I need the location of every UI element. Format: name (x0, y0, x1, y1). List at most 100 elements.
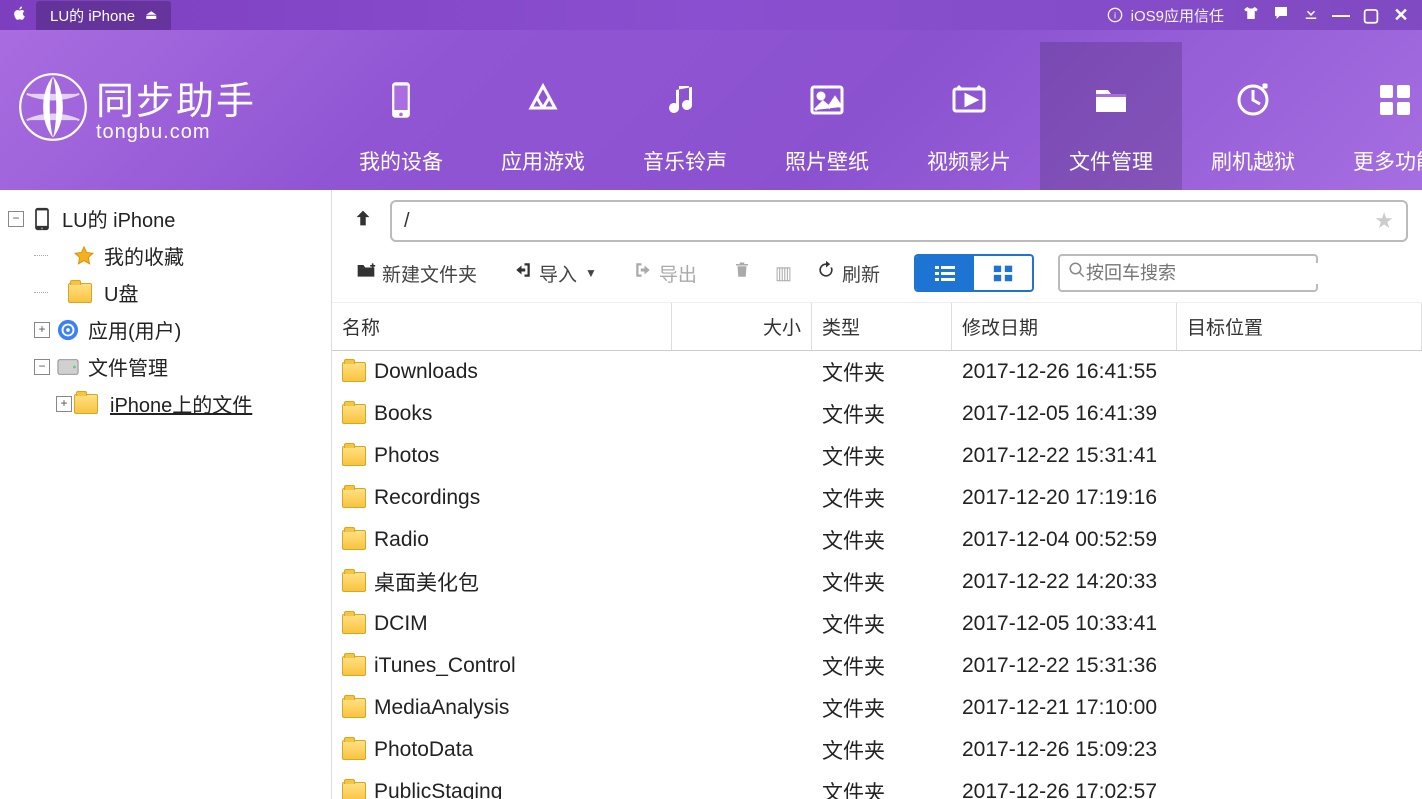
eject-icon[interactable]: ⏏ (145, 7, 157, 23)
nav-item-6[interactable]: 刷机越狱 (1182, 42, 1324, 190)
table-row[interactable]: Radio文件夹2017-12-04 00:52:59 (332, 519, 1422, 561)
nav-icon (330, 72, 472, 128)
col-type[interactable]: 类型 (812, 303, 952, 350)
file-target (1177, 663, 1422, 669)
nav-icon (898, 72, 1040, 128)
nav-icon (614, 72, 756, 128)
folder-icon (78, 392, 102, 416)
file-date: 2017-12-22 15:31:41 (952, 441, 1177, 471)
col-date[interactable]: 修改日期 (952, 303, 1177, 350)
nav-item-3[interactable]: 照片壁纸 (756, 42, 898, 190)
sidebar-item-apps[interactable]: + 应用(用户) (6, 311, 325, 348)
feedback-icon[interactable] (1266, 4, 1296, 27)
table-row[interactable]: Books文件夹2017-12-05 16:41:39 (332, 393, 1422, 435)
maximize-button[interactable]: ▢ (1356, 5, 1386, 26)
nav-item-7[interactable]: 更多功能NE (1324, 42, 1422, 190)
file-table: 名称 大小 类型 修改日期 目标位置 Downloads文件夹2017-12-2… (332, 303, 1422, 799)
file-name: Downloads (374, 360, 478, 384)
file-date: 2017-12-26 17:02:57 (952, 777, 1177, 799)
shred-icon: ▥ (775, 263, 792, 284)
nav-item-5[interactable]: 文件管理 (1040, 42, 1182, 190)
file-name: Recordings (374, 486, 480, 510)
sidebar-item-files[interactable]: − 文件管理 (6, 348, 325, 385)
ios9-trust-link[interactable]: i iOS9应用信任 (1107, 5, 1224, 26)
tshirt-icon[interactable] (1236, 4, 1266, 27)
file-size (672, 495, 812, 501)
import-button[interactable]: 导入 ▼ (503, 256, 607, 291)
up-button[interactable] (346, 203, 380, 239)
file-name: PublicStaging (374, 780, 502, 799)
path-bar: / ★ (332, 190, 1422, 248)
export-icon (633, 261, 653, 285)
file-target (1177, 495, 1422, 501)
toolbar: 新建文件夹 导入 ▼ 导出 (332, 248, 1422, 303)
file-date: 2017-12-26 16:41:55 (952, 357, 1177, 387)
col-target[interactable]: 目标位置 (1177, 303, 1422, 350)
col-size[interactable]: 大小 (672, 303, 812, 350)
folder-icon (342, 698, 366, 718)
file-name: PhotoData (374, 738, 473, 762)
file-name: Photos (374, 444, 439, 468)
nav-item-2[interactable]: 音乐铃声 (614, 42, 756, 190)
file-type: 文件夹 (812, 480, 952, 516)
sidebar-item-favorites[interactable]: 我的收藏 (6, 237, 325, 274)
table-row[interactable]: MediaAnalysis文件夹2017-12-21 17:10:00 (332, 687, 1422, 729)
table-row[interactable]: PublicStaging文件夹2017-12-26 17:02:57 (332, 771, 1422, 799)
sidebar-item-label: 我的收藏 (104, 241, 184, 270)
nav-icon (1324, 72, 1422, 128)
table-row[interactable]: iTunes_Control文件夹2017-12-22 15:31:36 (332, 645, 1422, 687)
delete-button[interactable] (723, 256, 761, 290)
search-input[interactable] (1086, 263, 1318, 284)
collapse-icon[interactable]: − (8, 211, 24, 227)
grid-view-button[interactable] (974, 256, 1032, 290)
nav-item-4[interactable]: 视频影片 (898, 42, 1040, 190)
sidebar-item-label: 文件管理 (88, 352, 168, 381)
star-icon (72, 244, 96, 268)
col-name[interactable]: 名称 (332, 303, 672, 350)
expand-icon[interactable]: + (56, 396, 72, 412)
favorite-star-icon[interactable]: ★ (1374, 208, 1394, 234)
nav-item-1[interactable]: 应用游戏 (472, 42, 614, 190)
file-date: 2017-12-05 16:41:39 (952, 399, 1177, 429)
table-row[interactable]: PhotoData文件夹2017-12-26 15:09:23 (332, 729, 1422, 771)
file-size (672, 369, 812, 375)
collapse-icon[interactable]: − (34, 359, 50, 375)
phone-icon (30, 207, 54, 231)
table-row[interactable]: Photos文件夹2017-12-22 15:31:41 (332, 435, 1422, 477)
new-folder-label: 新建文件夹 (382, 260, 477, 287)
nav-item-0[interactable]: 我的设备 (330, 42, 472, 190)
table-row[interactable]: Recordings文件夹2017-12-20 17:19:16 (332, 477, 1422, 519)
file-type: 文件夹 (812, 354, 952, 390)
tree-root[interactable]: − LU的 iPhone (6, 200, 325, 237)
device-tab[interactable]: LU的 iPhone ⏏ (36, 1, 171, 30)
table-row[interactable]: Downloads 文件夹2017-12-26 16:41:55 (332, 351, 1422, 393)
table-row[interactable]: DCIM文件夹2017-12-05 10:33:41 (332, 603, 1422, 645)
path-input[interactable]: / ★ (390, 200, 1408, 242)
brand-name: 同步助手 (96, 70, 256, 125)
search-box[interactable] (1058, 254, 1318, 292)
sidebar-item-iphone-files[interactable]: + iPhone上的文件 (6, 385, 325, 422)
nav-icon (1040, 72, 1182, 128)
import-label: 导入 (539, 260, 577, 287)
shred-button[interactable]: ▥ (765, 259, 802, 288)
file-target (1177, 537, 1422, 543)
list-view-button[interactable] (916, 256, 974, 290)
new-folder-button[interactable]: 新建文件夹 (346, 256, 487, 291)
download-icon[interactable] (1296, 4, 1326, 27)
content: / ★ 新建文件夹 导入 ▼ (332, 190, 1422, 799)
sidebar-item-udisk[interactable]: U盘 (6, 274, 325, 311)
folder-icon (342, 740, 366, 760)
file-date: 2017-12-05 10:33:41 (952, 609, 1177, 639)
refresh-button[interactable]: 刷新 (806, 256, 890, 291)
expand-icon[interactable]: + (34, 322, 50, 338)
chevron-down-icon[interactable]: ▼ (585, 266, 597, 280)
file-name: DCIM (374, 612, 428, 636)
minimize-button[interactable]: — (1326, 5, 1356, 26)
table-row[interactable]: 桌面美化包文件夹2017-12-22 14:20:33 (332, 561, 1422, 603)
close-button[interactable]: ✕ (1386, 5, 1416, 26)
brand[interactable]: 同步助手 tongbu.com (18, 70, 256, 144)
device-name: LU的 iPhone (50, 5, 135, 26)
folder-icon (342, 488, 366, 508)
export-button[interactable]: 导出 (623, 256, 707, 291)
file-size (672, 789, 812, 795)
